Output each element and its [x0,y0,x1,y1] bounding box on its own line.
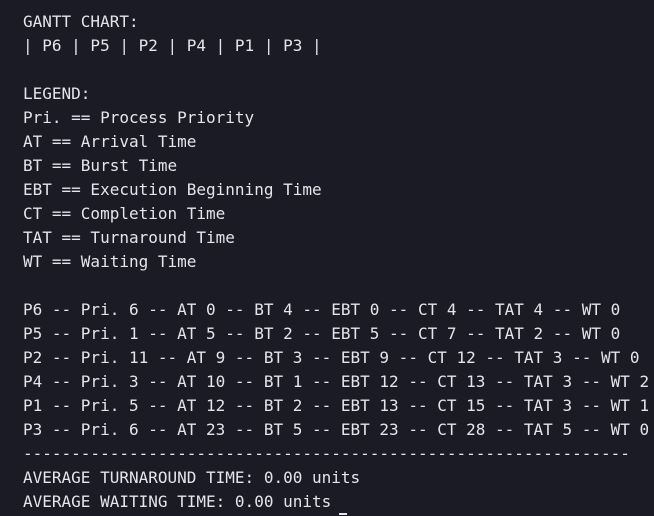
legend-item-completion-time: CT == Completion Time [23,204,226,223]
gantt-sequence: | P6 | P5 | P2 | P4 | P1 | P3 | [23,36,322,55]
legend-title: LEGEND: [23,84,91,103]
text-cursor [339,513,347,515]
legend-item-waiting-time: WT == Waiting Time [23,252,197,271]
gantt-title: GANTT CHART: [23,12,139,31]
process-row-p3: P3 -- Pri. 6 -- AT 23 -- BT 5 -- EBT 23 … [23,420,648,439]
legend-item-execution-beginning-time: EBT == Execution Beginning Time [23,180,322,199]
terminal-output[interactable]: GANTT CHART: | P6 | P5 | P2 | P4 | P1 | … [23,10,648,516]
average-turnaround-time: AVERAGE TURNAROUND TIME: 0.00 units [23,468,361,487]
legend-item-turnaround-time: TAT == Turnaround Time [23,228,235,247]
process-row-p1: P1 -- Pri. 5 -- AT 12 -- BT 2 -- EBT 13 … [23,396,648,415]
process-row-p2: P2 -- Pri. 11 -- AT 9 -- BT 3 -- EBT 9 -… [23,348,640,367]
legend-item-arrival-time: AT == Arrival Time [23,132,197,151]
process-row-p4: P4 -- Pri. 3 -- AT 10 -- BT 1 -- EBT 12 … [23,372,648,391]
legend-item-burst-time: BT == Burst Time [23,156,178,175]
legend-item-priority: Pri. == Process Priority [23,108,255,127]
separator-line: ----------------------------------------… [23,444,630,463]
average-waiting-time: AVERAGE WAITING TIME: 0.00 units [23,492,332,511]
process-row-p5: P5 -- Pri. 1 -- AT 5 -- BT 2 -- EBT 5 --… [23,324,621,343]
process-row-p6: P6 -- Pri. 6 -- AT 0 -- BT 4 -- EBT 0 --… [23,300,621,319]
